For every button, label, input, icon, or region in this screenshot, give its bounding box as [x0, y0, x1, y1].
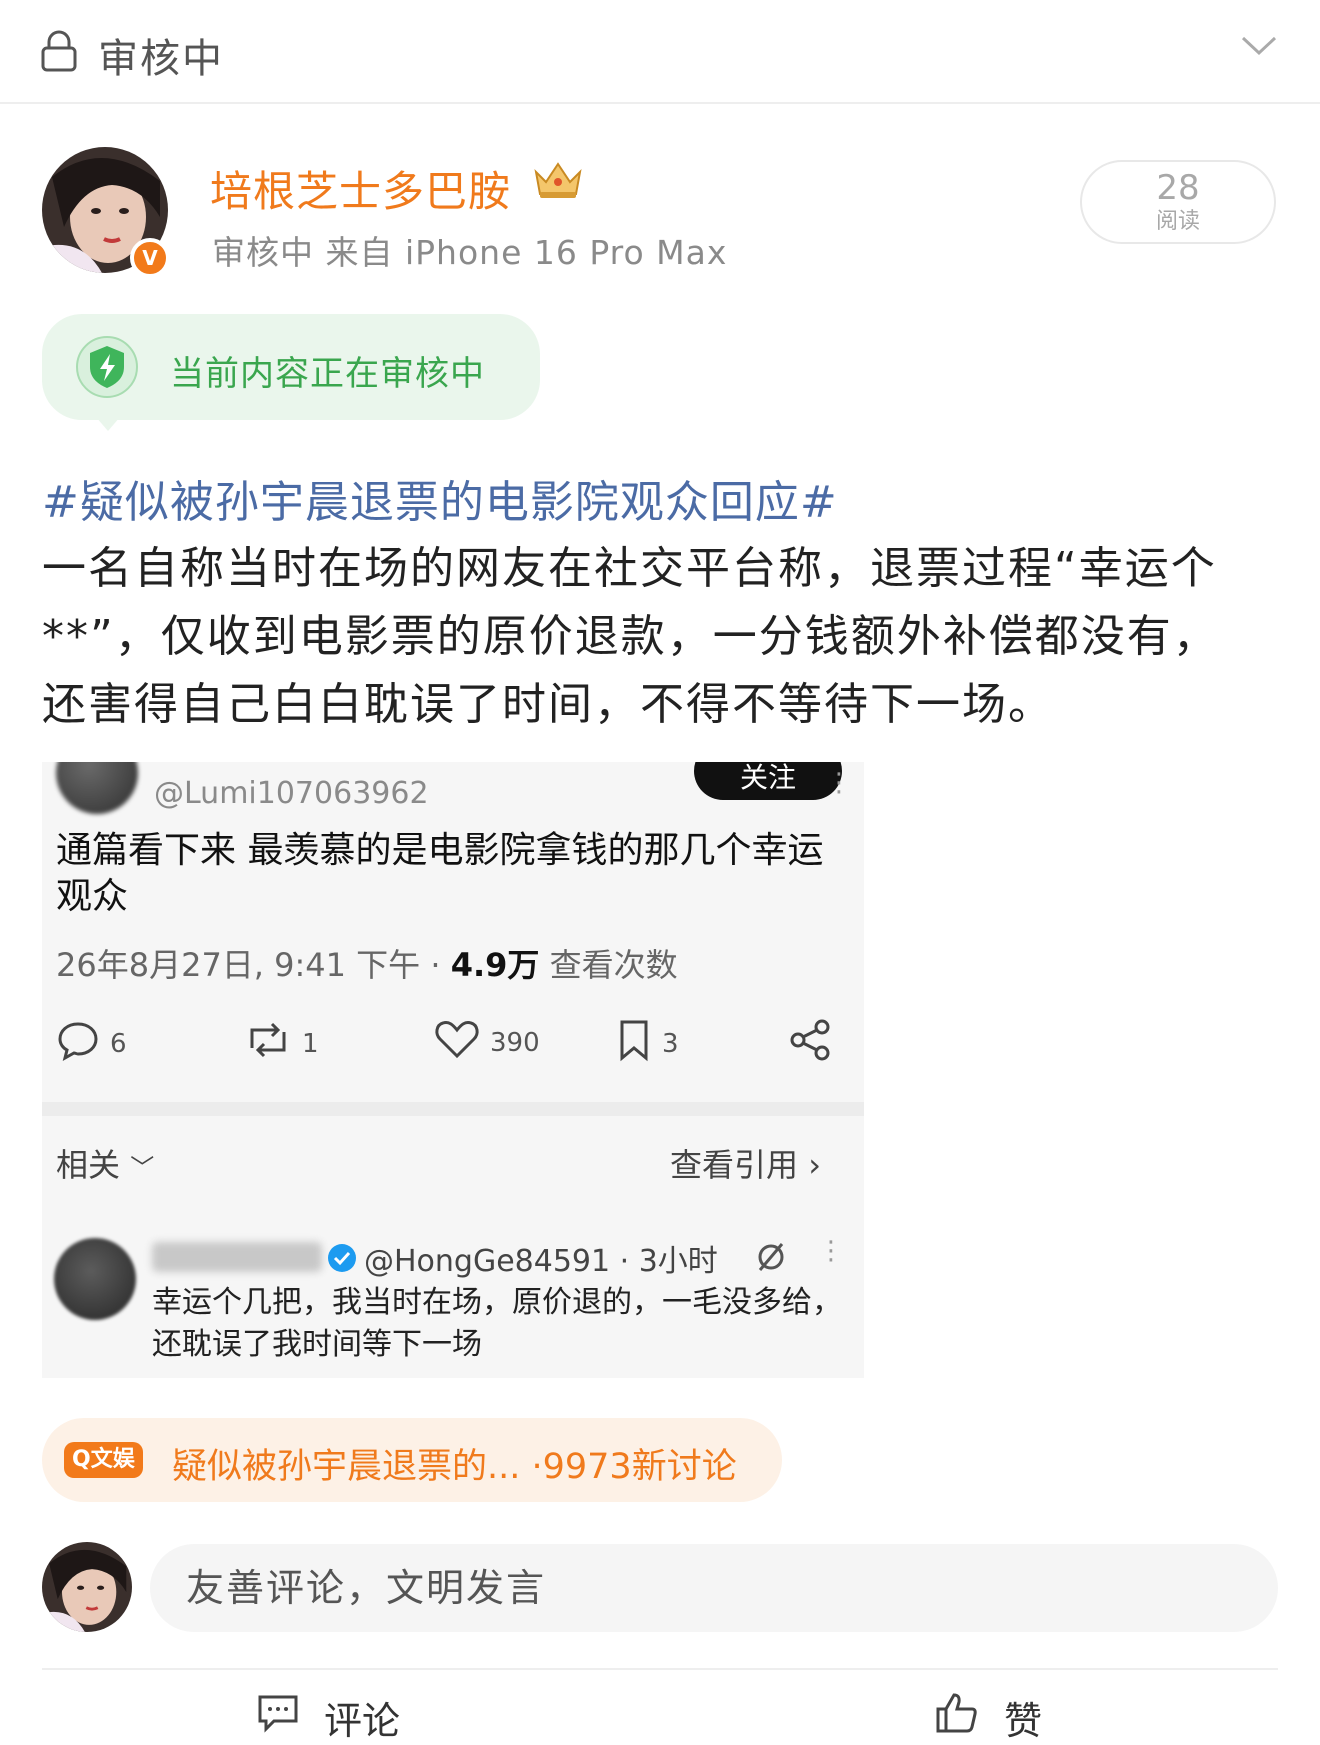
embedded-timestamp: 26年8月27日, 9:41 下午 · 4.9万 查看次数 [56, 946, 678, 984]
embedded-divider [42, 1102, 864, 1116]
top-bar: 审核中 [0, 0, 1320, 104]
chevron-down-icon[interactable] [1240, 34, 1278, 62]
reply-action: 6 [56, 1018, 127, 1069]
heart-icon [434, 1018, 480, 1067]
author-name[interactable]: 培根芝士多巴胺 [210, 158, 511, 219]
read-label: 阅读 [1155, 209, 1200, 234]
post-body-line: 还害得自己白白耽误了时间，不得不等待下一场。 [42, 679, 1054, 730]
retweet-action: 1 [244, 1018, 319, 1069]
topic-tag: Q文娱 [64, 1442, 143, 1478]
embedded-screenshot[interactable]: @Lumi107063962 关注 ⋮ 通篇看下来 最羡慕的是电影院拿钱的那几个… [42, 762, 864, 1378]
view-quotes-label: 查看引用 › [670, 1146, 821, 1184]
retweet-icon [244, 1018, 292, 1069]
read-count-pill: 28 阅读 [1080, 160, 1276, 244]
topic-pill[interactable]: Q文娱 疑似被孙宇晨退票的... ·9973新讨论 [42, 1418, 782, 1502]
bottom-divider [42, 1668, 1278, 1670]
grok-icon [754, 1240, 788, 1278]
like-action: 390 [434, 1018, 540, 1067]
post-body-line: **”，仅收到电影票的原价退款，一分钱额外补偿都没有， [42, 611, 1219, 662]
like-count: 390 [490, 1027, 540, 1058]
bookmark-count: 3 [662, 1028, 679, 1059]
reply-text: 幸运个几把，我当时在场，原价退的，一毛没多给，还耽误了我时间等下一场 [152, 1285, 842, 1362]
post-meta: 审核中 来自 iPhone 16 Pro Max [212, 233, 728, 272]
topic-text: 疑似被孙宇晨退票的... ·9973新讨论 [172, 1447, 737, 1487]
follow-button: 关注 [694, 762, 842, 800]
review-banner-tail [96, 417, 120, 431]
review-status-banner: 当前内容正在审核中 [42, 314, 540, 420]
comment-icon [256, 1693, 300, 1742]
comment-label: 评论 [324, 1699, 401, 1743]
embedded-tweet-text: 通篇看下来 最羡慕的是电影院拿钱的那几个幸运观众 [56, 830, 824, 917]
related-label: 相关 ﹀ [56, 1146, 155, 1184]
user-avatar [42, 1542, 132, 1632]
status-title: 审核中 [98, 36, 224, 82]
share-icon [788, 1018, 832, 1069]
share-action [788, 1018, 832, 1069]
comment-bubble-icon [56, 1018, 100, 1069]
post-hashtag[interactable]: #疑似被孙宇晨退票的电影院观众回应# [42, 466, 838, 530]
review-status-text: 当前内容正在审核中 [170, 354, 485, 394]
bookmark-icon [616, 1018, 652, 1069]
reply-name-blurred [152, 1242, 322, 1272]
reply-count: 6 [110, 1028, 127, 1059]
thumbs-up-icon [934, 1691, 980, 1744]
comment-button[interactable]: 评论 [256, 1690, 400, 1745]
bookmark-action: 3 [616, 1018, 679, 1069]
views-count: 4.9万 [450, 946, 540, 984]
shield-check-icon [74, 334, 140, 404]
crown-icon [532, 160, 584, 204]
verified-check-icon [326, 1242, 358, 1278]
retweet-count: 1 [302, 1028, 319, 1059]
post-body-line: 一名自称当时在场的网友在社交平台称，退票过程“幸运个 [42, 543, 1217, 594]
embedded-action-bar: 6 1 390 3 [42, 1018, 864, 1078]
lock-icon [40, 30, 78, 76]
verified-badge: V [130, 238, 170, 278]
like-label: 赞 [1004, 1699, 1043, 1743]
read-count: 28 [1156, 168, 1200, 208]
chevron-right-icon: › [808, 1146, 821, 1184]
reply-handle: @HongGe84591 · 3小时 [364, 1244, 718, 1279]
embedded-avatar [56, 762, 138, 814]
chevron-down-icon: ﹀ [130, 1154, 155, 1182]
reply-avatar [54, 1238, 136, 1320]
like-button[interactable]: 赞 [934, 1690, 1042, 1745]
embedded-handle: @Lumi107063962 [154, 776, 429, 811]
more-icon: ⋮ [826, 768, 852, 798]
comment-input[interactable]: 友善评论，文明发言 [150, 1544, 1278, 1632]
more-icon: ⋮ [818, 1236, 844, 1266]
